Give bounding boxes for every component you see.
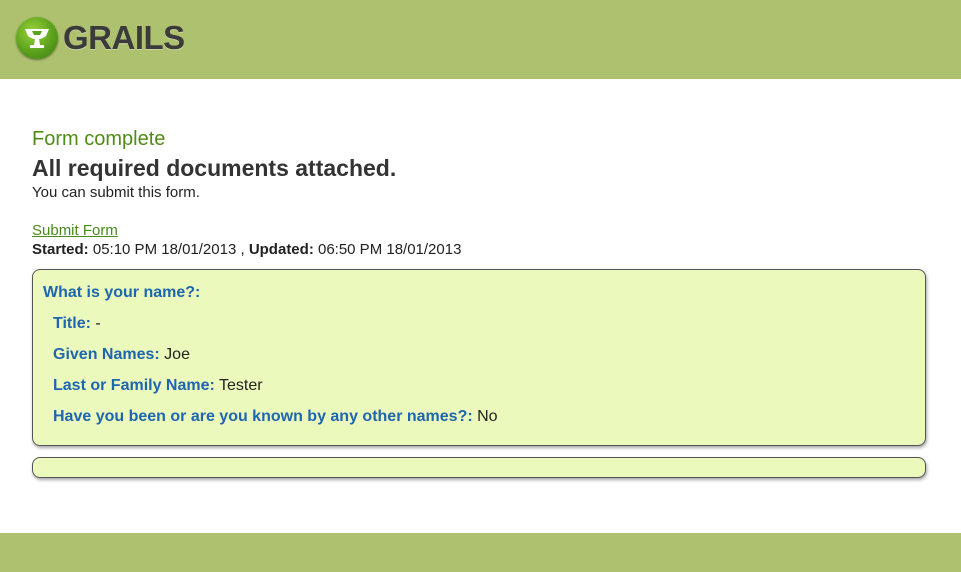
empty-panel: [32, 457, 926, 478]
started-value: 05:10 PM 18/01/2013: [88, 241, 241, 258]
updated-label: Updated:: [248, 241, 314, 258]
page-footer: [0, 533, 961, 572]
field-given-names: Given Names: Joe: [43, 345, 915, 365]
timestamp-separator: ,: [240, 241, 249, 258]
started-label: Started:: [32, 241, 89, 258]
status-title: Form complete: [32, 128, 166, 150]
grails-logo[interactable]: GRAILS: [16, 16, 185, 60]
submit-form-link[interactable]: Submit Form: [32, 221, 118, 240]
field-family-name: Last or Family Name: Tester: [43, 376, 915, 396]
field-other-names: Have you been or are you known by any ot…: [43, 407, 915, 427]
page-header: GRAILS: [0, 0, 961, 79]
main-content: Form complete All required documents att…: [32, 126, 929, 478]
field-value: Joe: [159, 346, 190, 363]
field-label: Given Names:: [53, 346, 160, 363]
updated-value: 06:50 PM 18/01/2013: [313, 241, 462, 258]
status-heading: All required documents attached.: [32, 155, 397, 181]
form-timestamps: Started: 05:10 PM 18/01/2013 , Updated: …: [32, 240, 929, 259]
grails-cup-icon: [16, 17, 58, 59]
logo-wordmark: GRAILS: [63, 19, 185, 56]
field-value: Tester: [214, 377, 263, 394]
field-label: Have you been or are you known by any ot…: [53, 408, 473, 425]
field-title: Title: -: [43, 314, 915, 334]
field-value: -: [90, 315, 101, 332]
field-value: No: [472, 408, 498, 425]
field-label: Title:: [53, 315, 91, 332]
field-label: Last or Family Name:: [53, 377, 215, 394]
question-panel: What is your name?: Title: - Given Names…: [32, 269, 926, 446]
status-subtext: You can submit this form.: [32, 184, 200, 201]
question-title: What is your name?:: [43, 284, 201, 301]
